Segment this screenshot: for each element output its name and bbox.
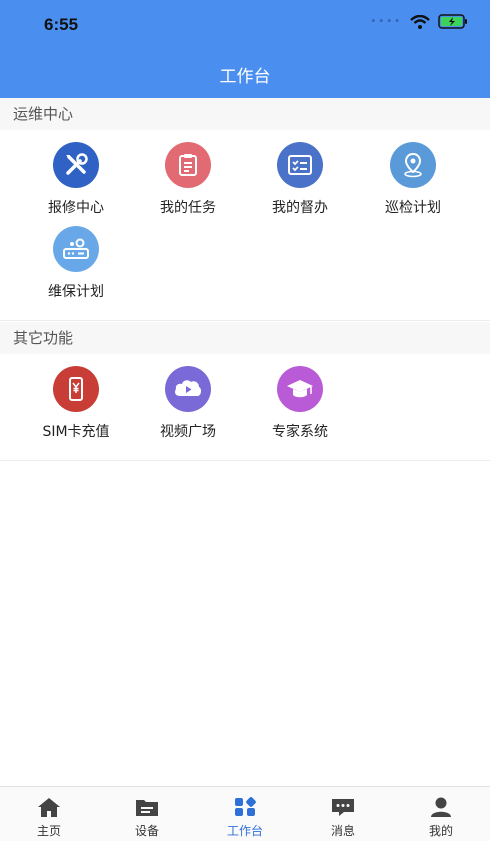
page-title: 工作台 — [219, 67, 271, 87]
tile-label: 维保计划 — [48, 284, 104, 300]
router-gear-icon — [53, 226, 99, 272]
device-folder-icon — [136, 800, 158, 816]
wifi-icon — [410, 14, 430, 29]
tab-profile[interactable]: 我的 — [392, 787, 490, 841]
tile-label: 我的任务 — [160, 200, 216, 216]
message-icon — [332, 799, 354, 816]
tile-label: 巡检计划 — [385, 200, 441, 216]
tile-repair-center[interactable]: 报修中心 — [20, 142, 132, 217]
video-play-icon — [165, 366, 211, 412]
tab-messages[interactable]: 消息 — [294, 787, 392, 841]
grid-icon — [235, 797, 256, 816]
tile-my-supervision[interactable]: 我的督办 — [244, 142, 356, 217]
battery-charging-icon — [438, 14, 467, 29]
location-pin-icon — [390, 142, 436, 188]
tile-maintenance-plan[interactable]: 维保计划 — [20, 226, 132, 301]
tools-icon — [53, 142, 99, 188]
status-time: 6:55 — [44, 15, 79, 34]
tile-my-tasks[interactable]: 我的任务 — [132, 142, 244, 217]
status-icons: •••• — [370, 14, 468, 29]
tab-label: 我的 — [428, 824, 453, 838]
tile-expert-system[interactable]: 专家系统 — [244, 366, 356, 441]
tab-workbench[interactable]: 工作台 — [196, 787, 294, 841]
tile-label: 我的督办 — [272, 200, 328, 216]
section-divider — [0, 320, 490, 321]
clipboard-icon — [165, 142, 211, 188]
checklist-icon — [277, 142, 323, 188]
phone-yuan-icon — [53, 366, 99, 412]
tile-sim-topup[interactable]: SIM卡充值 — [20, 366, 132, 441]
graduation-cap-icon — [277, 366, 323, 412]
section-header-other: 其它功能 — [0, 322, 490, 354]
tile-label: 视频广场 — [160, 424, 216, 440]
tile-label: SIM卡充值 — [42, 424, 110, 440]
section-divider — [0, 460, 490, 461]
tile-inspection-plan[interactable]: 巡检计划 — [357, 142, 469, 217]
tab-home[interactable]: 主页 — [0, 787, 98, 841]
section-header-ops: 运维中心 — [0, 98, 490, 130]
tab-label: 消息 — [330, 824, 355, 838]
signal-dots-icon: •••• — [370, 16, 402, 27]
tab-label: 工作台 — [226, 824, 263, 838]
tab-label: 设备 — [134, 824, 159, 838]
home-icon — [38, 798, 60, 817]
tab-label: 主页 — [36, 824, 61, 838]
bottom-tab-bar: 主页 设备 工作台 消息 我的 — [0, 786, 490, 841]
tile-label: 报修中心 — [48, 200, 104, 216]
user-icon — [431, 797, 451, 817]
app-header: 6:55 •••• 工作台 — [0, 0, 490, 98]
tab-devices[interactable]: 设备 — [98, 787, 196, 841]
tile-label: 专家系统 — [272, 424, 328, 440]
tile-video-square[interactable]: 视频广场 — [132, 366, 244, 441]
